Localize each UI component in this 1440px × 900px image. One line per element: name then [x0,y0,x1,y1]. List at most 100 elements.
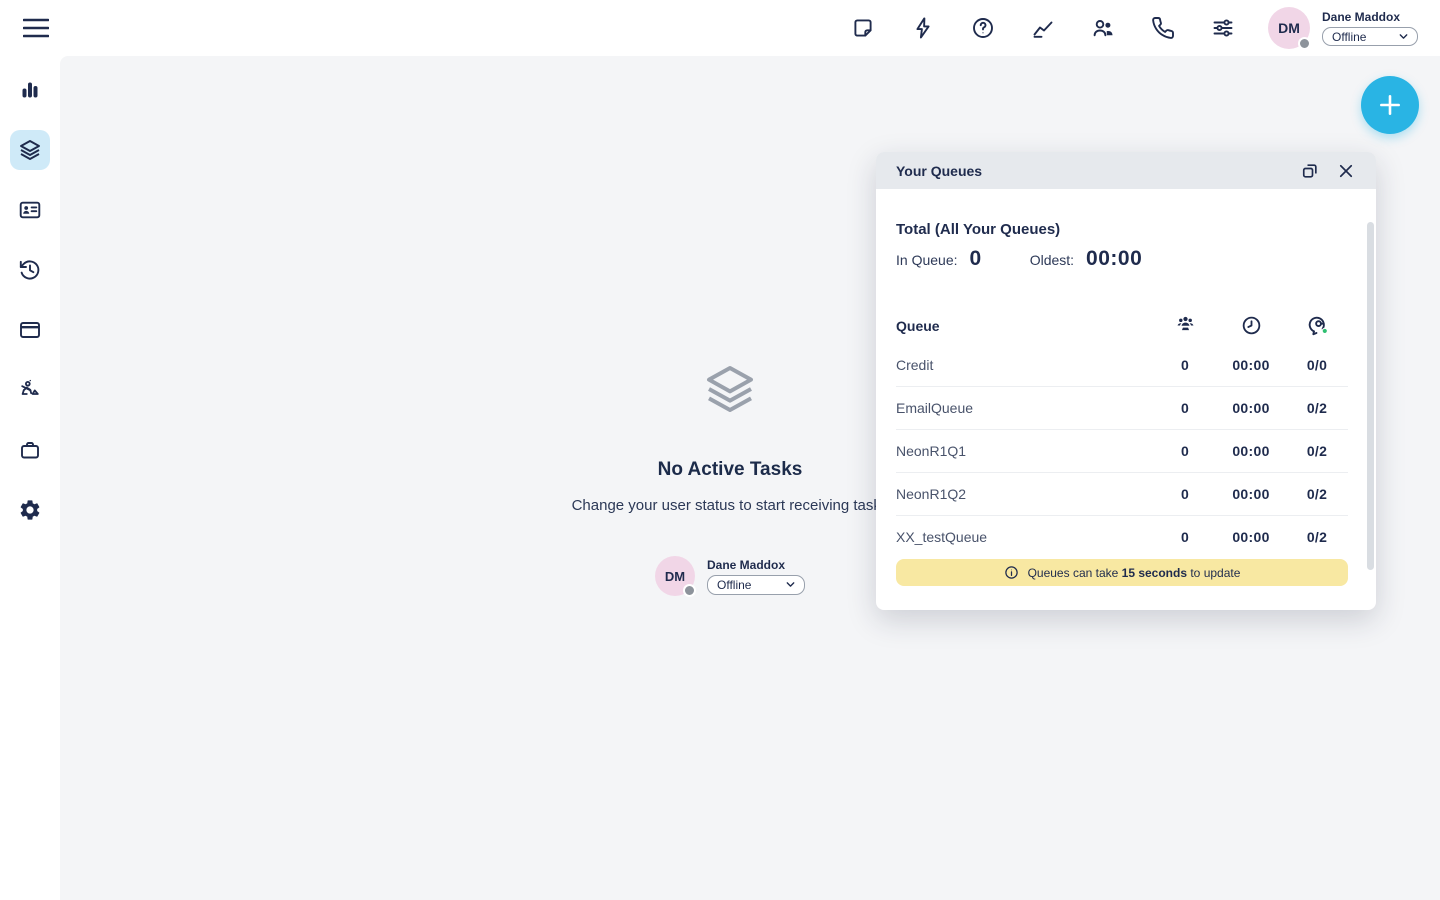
layers-empty-icon [702,361,758,417]
gear-icon [18,498,42,522]
chevron-down-icon [785,579,796,590]
topbar-right: DM Dane Maddox Offline [851,0,1418,56]
note-icon[interactable] [851,16,875,40]
agents-available-icon [1286,313,1348,338]
sidebar-item-directory[interactable] [10,190,50,230]
topbar-user-info: Dane Maddox Offline [1322,10,1418,46]
queue-name: XX_testQueue [896,529,1154,545]
panel-scrollbar-thumb[interactable] [1367,222,1374,570]
queue-contacts-value: 0 [1154,486,1216,502]
phone-icon[interactable] [1151,16,1175,40]
browser-window-icon [18,318,42,342]
update-notice-banner: Queues can take 15 seconds to update [896,559,1348,586]
contact-card-icon [18,198,42,222]
status-select[interactable]: Offline [1322,27,1418,46]
queue-contacts-value: 0 [1154,400,1216,416]
trend-chart-icon[interactable] [1031,16,1055,40]
empty-state-user-block: DM Dane Maddox Offline [655,556,805,596]
totals-row: In Queue: 0 Oldest: 00:00 [896,247,1348,271]
status-select[interactable]: Offline [707,575,805,595]
queue-row[interactable]: NeonR1Q2 0 00:00 0/2 [896,472,1348,515]
sidebar-item-apps[interactable] [10,430,50,470]
queue-oldest-value: 00:00 [1216,529,1286,545]
sidebar [0,56,60,900]
sidebar-item-tasks[interactable] [10,130,50,170]
help-icon[interactable] [971,16,995,40]
empty-state-description: Change your user status to start receivi… [572,497,889,514]
queues-panel-body: Total (All Your Queues) In Queue: 0 Olde… [876,189,1376,586]
topbar-user-block: DM Dane Maddox Offline [1268,7,1418,49]
close-icon [1337,162,1355,180]
queue-oldest-value: 00:00 [1216,486,1286,502]
queue-oldest-value: 00:00 [1216,357,1286,373]
queue-row[interactable]: Credit 0 00:00 0/0 [896,343,1348,386]
user-name: Dane Maddox [707,558,805,572]
queues-panel-header[interactable]: Your Queues [876,152,1376,189]
popout-icon [1300,161,1320,181]
status-offline-dot [1298,37,1311,50]
queue-agents-value: 0/2 [1286,443,1348,459]
lightning-icon[interactable] [911,16,935,40]
queue-name: NeonR1Q1 [896,443,1154,459]
history-icon [18,258,42,282]
queue-table-body: Credit 0 00:00 0/0 EmailQueue 0 00:00 0/… [896,343,1348,558]
user-name: Dane Maddox [1322,10,1418,24]
status-offline-dot [683,584,696,597]
sliders-icon[interactable] [1211,16,1235,40]
sidebar-item-work[interactable] [10,370,50,410]
queue-oldest-value: 00:00 [1216,400,1286,416]
chevron-down-icon [1398,31,1409,42]
status-select-value: Offline [1332,30,1366,44]
oldest-wait-icon [1216,314,1286,337]
sidebar-item-browser[interactable] [10,310,50,350]
in-queue-value: 0 [970,247,982,271]
queue-agents-value: 0/2 [1286,486,1348,502]
layers-icon [18,138,42,162]
bar-chart-icon [18,78,42,102]
avatar-initials: DM [1278,20,1300,36]
queue-contacts-value: 0 [1154,529,1216,545]
people-icon[interactable] [1091,16,1115,40]
in-queue-label: In Queue: [896,252,958,268]
queue-row[interactable]: EmailQueue 0 00:00 0/2 [896,386,1348,429]
empty-state-title: No Active Tasks [658,459,803,481]
plus-icon [1377,92,1403,118]
queue-contacts-value: 0 [1154,357,1216,373]
oldest-value: 00:00 [1086,247,1142,271]
sidebar-item-reporting[interactable] [10,70,50,110]
contacts-in-queue-icon [1154,314,1216,337]
oldest-label: Oldest: [1030,252,1074,268]
topbar-icon-group [851,16,1235,40]
queue-column-header: Queue [896,318,1154,334]
add-task-button[interactable] [1361,76,1419,134]
topbar: DM Dane Maddox Offline [0,0,1440,56]
queue-row[interactable]: NeonR1Q1 0 00:00 0/2 [896,429,1348,472]
sidebar-item-settings[interactable] [10,490,50,530]
avatar: DM [655,556,695,596]
avatar-initials: DM [665,569,685,584]
notice-text: Queues can take 15 seconds to update [1028,566,1241,580]
queue-agents-value: 0/0 [1286,357,1348,373]
total-queues-label: Total (All Your Queues) [896,189,1348,238]
queue-oldest-value: 00:00 [1216,443,1286,459]
close-button[interactable] [1334,159,1358,183]
queue-name: Credit [896,357,1154,373]
queue-agents-value: 0/2 [1286,400,1348,416]
queue-agents-value: 0/2 [1286,529,1348,545]
avatar[interactable]: DM [1268,7,1310,49]
briefcase-icon [18,438,42,462]
status-select-value: Offline [717,578,751,592]
hamburger-menu-icon[interactable] [16,8,56,48]
queue-name: EmailQueue [896,400,1154,416]
queue-contacts-value: 0 [1154,443,1216,459]
sidebar-item-history[interactable] [10,250,50,290]
popout-button[interactable] [1298,159,1322,183]
info-icon [1004,565,1019,580]
construction-worker-icon [18,378,42,402]
queues-panel-title: Your Queues [896,163,1286,179]
queue-row[interactable]: XX_testQueue 0 00:00 0/2 [896,515,1348,558]
queue-name: NeonR1Q2 [896,486,1154,502]
your-queues-panel: Your Queues Total (All Your Queues) In Q… [876,152,1376,610]
queue-table-header: Queue [896,308,1348,343]
empty-state-user-info: Dane Maddox Offline [707,558,805,595]
